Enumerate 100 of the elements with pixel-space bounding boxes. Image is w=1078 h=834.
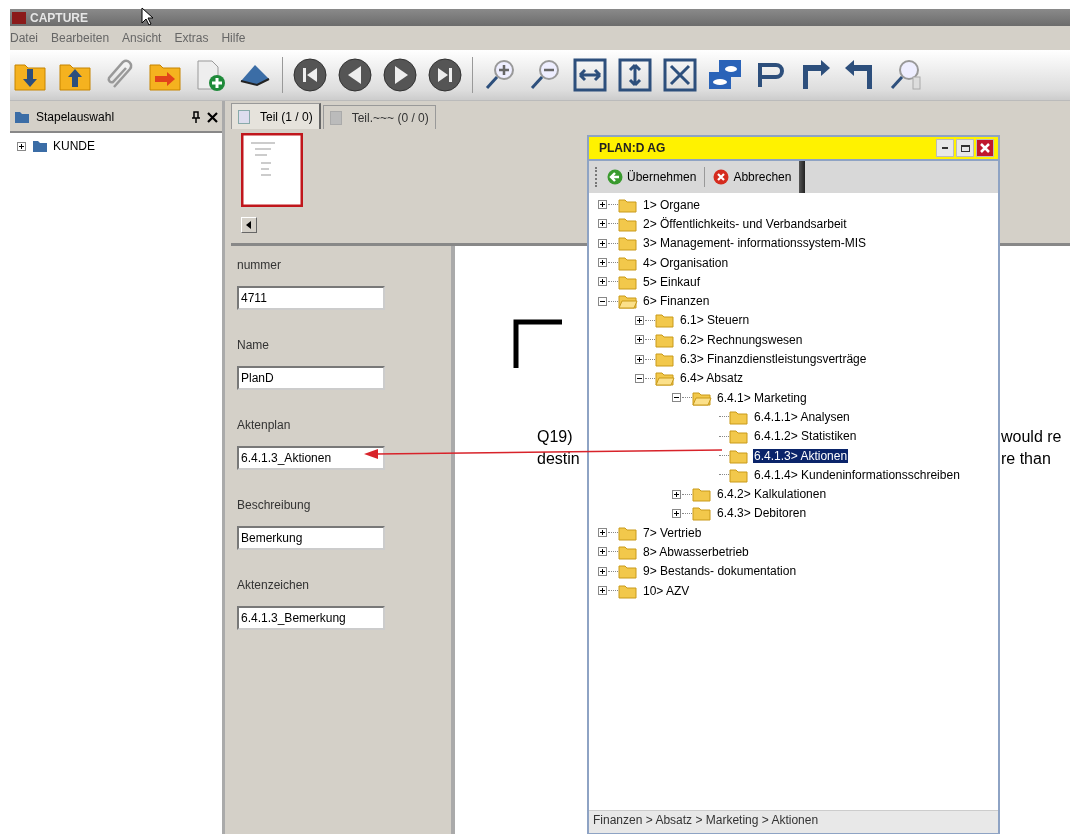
folder-icon: [729, 428, 749, 445]
expand-icon[interactable]: [597, 237, 608, 249]
input-field[interactable]: Bemerkung: [237, 526, 385, 550]
tree-item[interactable]: 6.4.1.2> Statistiken: [753, 429, 858, 444]
toolbar-edge: [799, 161, 806, 193]
expand-icon[interactable]: [597, 199, 608, 211]
folder-icon: [618, 215, 638, 232]
input-field[interactable]: 6.4.1.3_Aktionen: [237, 446, 385, 470]
folder-icon: [729, 466, 749, 483]
expand-icon[interactable]: [597, 527, 608, 539]
tree-item[interactable]: 6.4.1.3> Aktionen: [753, 448, 849, 463]
folder-icon: [692, 486, 712, 503]
open-folder-icon: [655, 370, 675, 387]
tree-item[interactable]: 10> AZV: [642, 583, 691, 598]
menu-item[interactable]: Datei: [10, 31, 38, 45]
input-field[interactable]: 4711: [237, 286, 385, 310]
folder-icon: [655, 312, 675, 329]
tree-item[interactable]: 9> Bestands- dokumentation: [642, 564, 798, 579]
folder-icon: [618, 254, 638, 271]
expand-icon[interactable]: [671, 507, 682, 519]
pin-icon[interactable]: [191, 111, 201, 123]
tree-item[interactable]: 6.4.1> Marketing: [716, 390, 808, 405]
page-thumbnail[interactable]: [241, 133, 303, 207]
expand-icon[interactable]: [16, 140, 27, 152]
open-folder-icon: [692, 389, 712, 406]
tree-item[interactable]: 6.1> Steuern: [679, 313, 751, 328]
folder-icon: [692, 505, 712, 522]
tree-item[interactable]: 6.4.1.1> Analysen: [753, 409, 851, 424]
expand-icon[interactable]: [597, 276, 608, 288]
tab[interactable]: Teil (1 / 0): [231, 103, 321, 129]
tab[interactable]: Teil.~~~ (0 / 0): [322, 105, 436, 129]
expand-icon[interactable]: [597, 257, 608, 269]
folder-icon: [655, 331, 675, 348]
last-page-icon[interactable]: [427, 57, 463, 93]
tree-item[interactable]: 4> Organisation: [642, 255, 730, 270]
field-label: Name: [237, 338, 270, 354]
first-page-icon[interactable]: [292, 57, 328, 93]
tree-item[interactable]: 6.4.3> Debitoren: [716, 506, 808, 521]
input-field[interactable]: 6.4.1.3_Bemerkung: [237, 606, 385, 630]
close-button[interactable]: [976, 139, 994, 157]
tree-item[interactable]: 3> Management- informationssystem-MIS: [642, 236, 868, 251]
expand-icon[interactable]: [634, 314, 645, 326]
expand-icon[interactable]: [597, 546, 608, 558]
fit-page-icon[interactable]: [662, 57, 698, 93]
tree-item[interactable]: 6.3> Finanzdienstleistungsverträge: [679, 352, 868, 366]
expand-icon[interactable]: [634, 334, 645, 346]
cancel-button[interactable]: Abbrechen: [709, 166, 796, 188]
fit-width-icon[interactable]: [572, 57, 608, 93]
menu-item[interactable]: Extras: [174, 31, 209, 45]
menu-item[interactable]: Hilfe: [221, 31, 246, 45]
field-label: Aktenzeichen: [237, 578, 311, 594]
tree-item[interactable]: 7> Vertrieb: [642, 525, 703, 540]
app-logo-icon: [12, 11, 26, 24]
folder-icon: [618, 273, 638, 290]
tree-item[interactable]: 6.4.1.4> Kundeninformationsschreiben: [753, 467, 961, 482]
folder-icon: [729, 447, 749, 464]
maximize-button[interactable]: [956, 139, 974, 157]
tree-item[interactable]: KUNDE: [53, 139, 95, 153]
expand-icon[interactable]: [671, 488, 682, 500]
expand-icon[interactable]: [634, 353, 645, 365]
tree-item[interactable]: 6> Finanzen: [642, 294, 711, 309]
folder-icon: [618, 196, 638, 213]
collapse-icon[interactable]: [597, 295, 608, 307]
tree-item[interactable]: 6.4.2> Kalkulationen: [716, 487, 828, 502]
next-icon[interactable]: [382, 57, 418, 93]
tree-item[interactable]: 8> Abwasserbetrieb: [642, 545, 750, 559]
expand-icon[interactable]: [597, 585, 608, 597]
folder-icon: [729, 408, 749, 425]
tree-item[interactable]: 2> Öffentlichkeits- und Verbandsarbeit: [642, 216, 848, 231]
open-folder-icon: [618, 293, 638, 310]
cancel-icon: [713, 169, 730, 185]
accept-button[interactable]: Übernehmen: [603, 166, 701, 188]
folder-icon: [618, 235, 638, 252]
folder-icon: [618, 582, 638, 599]
tree-item[interactable]: 6.4> Absatz: [679, 371, 745, 386]
fit-height-icon[interactable]: [617, 57, 653, 93]
previous-icon[interactable]: [337, 57, 373, 93]
corner-mark: [513, 318, 563, 368]
document-text: would re: [1001, 427, 1062, 447]
tree-item[interactable]: 1> Organe: [642, 197, 702, 212]
tree-item[interactable]: 6.2> Rechnungswesen: [679, 332, 804, 347]
field-label: Beschreibung: [237, 498, 312, 514]
close-icon[interactable]: [207, 111, 218, 123]
menu-item[interactable]: Ansicht: [122, 31, 162, 45]
expand-icon[interactable]: [597, 565, 608, 577]
menu-item[interactable]: Bearbeiten: [51, 31, 110, 45]
panel-title: Stapelauswahl: [36, 110, 116, 124]
dialog-title: PLAN:D AG: [599, 141, 667, 155]
collapse-icon[interactable]: [634, 372, 645, 384]
maximize-icon: [960, 144, 970, 152]
collapse-icon[interactable]: [671, 392, 682, 404]
input-field[interactable]: PlanD: [237, 366, 385, 390]
scroll-left-button[interactable]: [241, 217, 257, 233]
minimize-icon: [942, 147, 948, 149]
status-bar: Finanzen > Absatz > Marketing > Aktionen: [589, 810, 998, 833]
close-icon: [979, 142, 991, 154]
folder-icon: [618, 544, 638, 560]
minimize-button[interactable]: [936, 139, 954, 157]
expand-icon[interactable]: [597, 218, 608, 230]
tree-item[interactable]: 5> Einkauf: [642, 274, 702, 289]
